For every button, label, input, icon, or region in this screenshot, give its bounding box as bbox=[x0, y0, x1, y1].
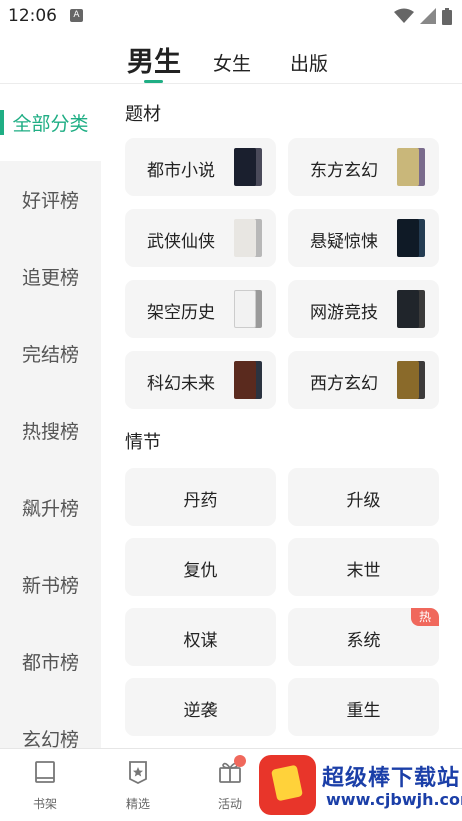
theme-label: 架空历史 bbox=[147, 303, 215, 323]
nav-label: 活动 bbox=[217, 797, 242, 811]
theme-card[interactable]: 网游竞技 bbox=[288, 280, 439, 338]
theme-label: 武侠仙侠 bbox=[147, 232, 215, 252]
theme-card[interactable]: 东方玄幻 bbox=[288, 138, 439, 196]
sidebar-item-label: 好评榜 bbox=[21, 190, 79, 212]
ranking-sidebar: 全部分类 好评榜 追更榜 完结榜 热搜榜 飙升榜 新书榜 都市榜 玄幻榜 bbox=[0, 84, 101, 748]
sidebar-item-urban[interactable]: 都市榜 bbox=[0, 623, 101, 700]
sidebar-item-hot-search[interactable]: 热搜榜 bbox=[0, 392, 101, 469]
plot-card[interactable]: 系统 热 bbox=[288, 608, 439, 666]
nav-activity[interactable]: 活动 bbox=[200, 755, 260, 812]
plot-label: 复仇 bbox=[183, 561, 218, 581]
tab-female[interactable]: 女生 bbox=[213, 49, 251, 76]
watermark-title: 超级棒下载站 bbox=[322, 766, 461, 791]
plot-card[interactable]: 权谋 bbox=[125, 608, 276, 666]
plot-label: 丹药 bbox=[183, 491, 218, 511]
book-cover bbox=[397, 361, 419, 399]
theme-card[interactable]: 武侠仙侠 bbox=[125, 209, 276, 267]
plot-card[interactable]: 末世 bbox=[288, 538, 439, 596]
tab-publish[interactable]: 出版 bbox=[290, 49, 328, 76]
featured-icon bbox=[129, 761, 147, 785]
signal-icon bbox=[420, 8, 436, 24]
nav-label: 精选 bbox=[125, 797, 150, 811]
notification-dot bbox=[234, 755, 246, 767]
theme-label: 网游竞技 bbox=[310, 303, 378, 323]
section-title-themes: 题材 bbox=[125, 104, 161, 125]
sidebar-item-new-books[interactable]: 新书榜 bbox=[0, 546, 101, 623]
tab-male[interactable]: 男生 bbox=[127, 40, 181, 79]
theme-card[interactable]: 西方玄幻 bbox=[288, 351, 439, 409]
nav-bookshelf[interactable]: 书架 bbox=[15, 759, 75, 812]
sidebar-item-completed[interactable]: 完结榜 bbox=[0, 315, 101, 392]
book-cover bbox=[234, 219, 256, 257]
sidebar-item-label: 玄幻榜 bbox=[21, 729, 79, 748]
sidebar-item-label: 都市榜 bbox=[21, 652, 79, 674]
plot-card[interactable]: 重生 bbox=[288, 678, 439, 736]
theme-card[interactable]: 架空历史 bbox=[125, 280, 276, 338]
plot-label: 重生 bbox=[346, 701, 381, 721]
theme-label: 东方玄幻 bbox=[310, 161, 378, 181]
theme-card[interactable]: 都市小说 bbox=[125, 138, 276, 196]
sidebar-item-top-rated[interactable]: 好评榜 bbox=[0, 161, 101, 238]
plot-card[interactable]: 丹药 bbox=[125, 468, 276, 526]
hot-badge: 热 bbox=[411, 608, 439, 626]
sidebar-item-label: 完结榜 bbox=[21, 344, 79, 366]
sidebar-item-fantasy[interactable]: 玄幻榜 bbox=[0, 700, 101, 748]
book-cover bbox=[234, 290, 256, 328]
sidebar-item-all-categories[interactable]: 全部分类 bbox=[0, 84, 101, 161]
plot-label: 逆袭 bbox=[183, 701, 218, 721]
nav-label: 书架 bbox=[32, 797, 57, 811]
book-cover bbox=[397, 290, 419, 328]
sidebar-item-label: 新书榜 bbox=[21, 575, 79, 597]
plot-card[interactable]: 逆袭 bbox=[125, 678, 276, 736]
watermark-url: www.cjbwjh.com bbox=[326, 790, 462, 809]
notification-icon: A bbox=[70, 9, 83, 22]
theme-label: 科幻未来 bbox=[147, 374, 215, 394]
plot-card[interactable]: 升级 bbox=[288, 468, 439, 526]
theme-label: 都市小说 bbox=[147, 161, 215, 181]
status-bar: 12:06 A bbox=[0, 0, 462, 34]
book-cover bbox=[397, 148, 419, 186]
watermark-logo-icon bbox=[259, 755, 316, 815]
plot-label: 权谋 bbox=[183, 631, 218, 651]
sidebar-item-most-followed[interactable]: 追更榜 bbox=[0, 238, 101, 315]
section-title-plots: 情节 bbox=[125, 432, 161, 453]
sidebar-item-label: 追更榜 bbox=[21, 267, 79, 289]
category-content: 题材 都市小说 东方玄幻 武侠仙侠 悬疑惊悚 架空历史 网游竞技 科幻未来 西方… bbox=[101, 84, 462, 748]
sidebar-item-label: 热搜榜 bbox=[21, 421, 79, 443]
theme-label: 悬疑惊悚 bbox=[310, 232, 378, 252]
book-cover bbox=[397, 219, 419, 257]
sidebar-item-rising[interactable]: 飙升榜 bbox=[0, 469, 101, 546]
theme-card[interactable]: 悬疑惊悚 bbox=[288, 209, 439, 267]
battery-icon bbox=[442, 7, 452, 25]
gender-tabs: 男生 女生 出版 bbox=[0, 34, 462, 84]
watermark: 超级棒下载站 www.cjbwjh.com bbox=[256, 752, 462, 821]
book-cover bbox=[234, 148, 256, 186]
book-cover bbox=[234, 361, 256, 399]
bookshelf-icon bbox=[35, 761, 55, 783]
wifi-icon bbox=[394, 8, 414, 23]
plot-label: 系统 bbox=[346, 631, 381, 651]
status-time: 12:06 bbox=[8, 6, 57, 26]
plot-card[interactable]: 复仇 bbox=[125, 538, 276, 596]
plot-label: 升级 bbox=[346, 491, 381, 511]
sidebar-item-label: 飙升榜 bbox=[21, 498, 79, 520]
nav-featured[interactable]: 精选 bbox=[108, 759, 168, 812]
sidebar-item-label: 全部分类 bbox=[12, 113, 89, 135]
theme-card[interactable]: 科幻未来 bbox=[125, 351, 276, 409]
plot-label: 末世 bbox=[346, 561, 381, 581]
theme-label: 西方玄幻 bbox=[310, 374, 378, 394]
